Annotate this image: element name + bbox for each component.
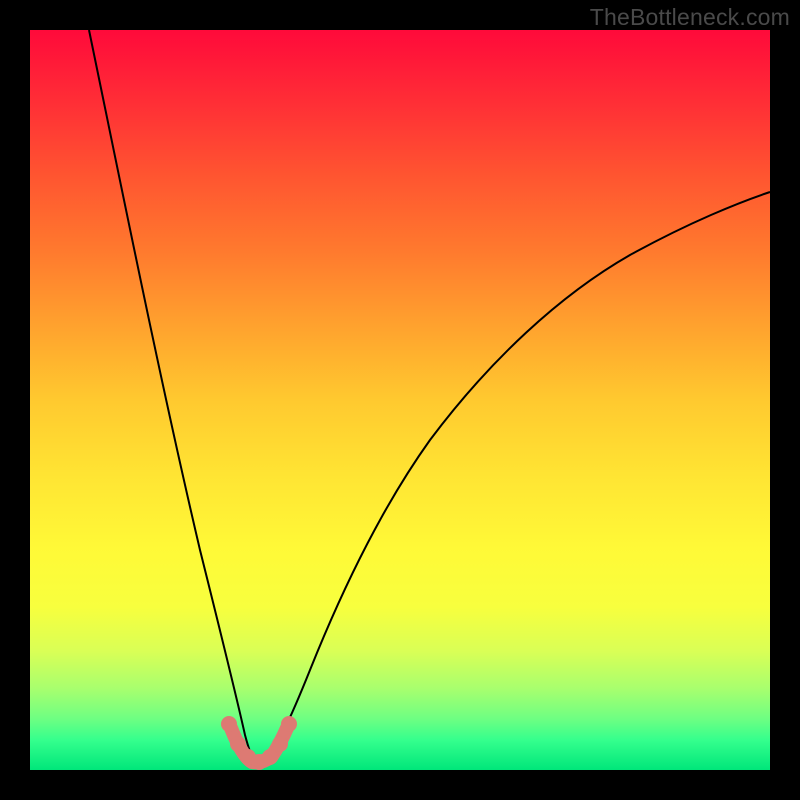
valley-marker-dot (262, 749, 278, 765)
curve-right-branch (265, 192, 770, 762)
valley-marker-dot (230, 736, 246, 752)
valley-marker-dot (221, 716, 237, 732)
chart-frame: TheBottleneck.com (0, 0, 800, 800)
curve-left-branch (89, 30, 255, 762)
valley-marker-dot (272, 736, 288, 752)
watermark-text: TheBottleneck.com (590, 4, 790, 31)
valley-marker-dot (281, 716, 297, 732)
chart-svg (30, 30, 770, 770)
valley-marker-group (221, 716, 297, 770)
